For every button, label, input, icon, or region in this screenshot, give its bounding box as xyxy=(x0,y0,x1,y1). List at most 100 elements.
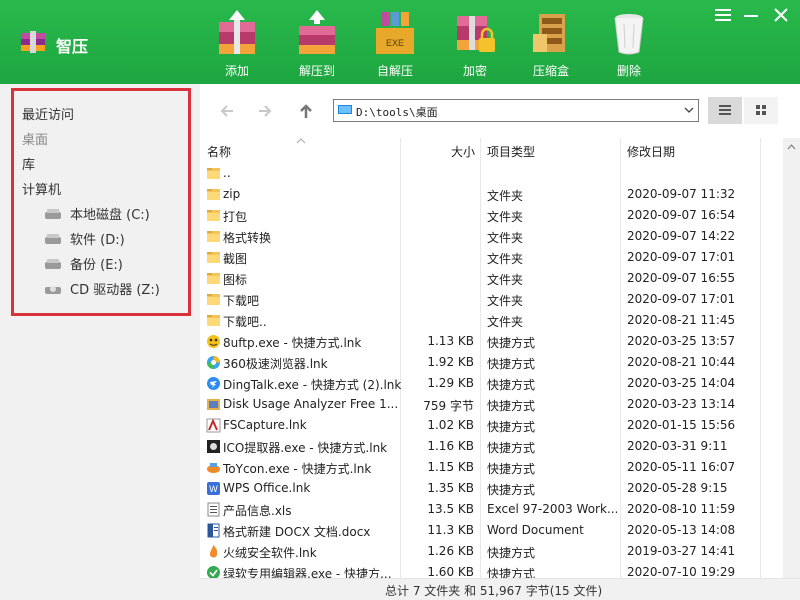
file-date: 2019-03-27 14:41 xyxy=(627,544,735,558)
up-arrow-icon[interactable] xyxy=(297,102,315,120)
list-view-icon[interactable] xyxy=(708,97,742,124)
close-icon[interactable] xyxy=(770,6,792,24)
file-date: 2020-01-15 15:56 xyxy=(627,418,735,432)
add-archive-icon xyxy=(215,8,259,58)
folder-icon xyxy=(206,208,221,223)
file-size: 1.16 KB xyxy=(402,439,474,453)
toycon-icon xyxy=(206,460,221,475)
file-type: 文件夹 xyxy=(487,271,617,288)
delete-button[interactable]: 删除 xyxy=(594,8,664,80)
main-toolbar: 智压 添加 解压到 EXE 自解压 加密 xyxy=(0,0,800,84)
file-date: 2020-08-21 11:45 xyxy=(627,313,735,327)
file-name: 打包 xyxy=(223,208,401,225)
extract-to-button[interactable]: 解压到 xyxy=(282,8,352,80)
sidebar-item-drive-c[interactable]: 本地磁盘 (C:) xyxy=(44,204,150,223)
file-row[interactable]: 8uftp.exe - 快捷方式.lnk1.13 KB快捷方式2020-03-2… xyxy=(202,331,760,352)
file-row[interactable]: 格式转换文件夹2020-09-07 14:22 xyxy=(202,226,760,247)
file-date: 2020-03-23 13:14 xyxy=(627,397,735,411)
file-row[interactable]: FSCapture.lnk1.02 KB快捷方式2020-01-15 15:56 xyxy=(202,415,760,436)
sfx-label: 自解压 xyxy=(360,62,430,79)
file-type: 快捷方式 xyxy=(487,544,617,561)
file-row[interactable]: zip文件夹2020-09-07 11:32 xyxy=(202,184,760,205)
folder-icon xyxy=(206,313,221,328)
hard-drive-icon xyxy=(44,233,62,245)
trash-icon xyxy=(607,8,651,58)
wps-icon: W xyxy=(206,481,221,496)
file-row[interactable]: 图标文件夹2020-09-07 16:55 xyxy=(202,268,760,289)
file-row[interactable]: 产品信息.xls13.5 KBExcel 97-2003 Work...2020… xyxy=(202,499,760,520)
file-name: .. xyxy=(223,166,401,180)
file-row[interactable]: 360极速浏览器.lnk1.92 KB 快捷方式 2020-08-21 10:44 xyxy=(202,352,760,373)
file-date: 2020-09-07 17:01 xyxy=(627,250,735,264)
file-size: 1.35 KB xyxy=(402,481,474,495)
minimize-icon[interactable] xyxy=(740,6,762,24)
file-row[interactable]: 截图文件夹2020-09-07 17:01 xyxy=(202,247,760,268)
status-text: 总计 7 文件夹 和 51,967 字节(15 文件) xyxy=(385,582,602,599)
file-type: 文件夹 xyxy=(487,250,617,267)
file-date: 2020-05-13 14:08 xyxy=(627,523,735,537)
path-input[interactable]: D:\tools\桌面 xyxy=(333,99,699,122)
chevron-down-icon[interactable] xyxy=(682,103,696,117)
file-type: 快捷方式 xyxy=(487,355,617,372)
archive-box-button[interactable]: 压缩盒 xyxy=(516,8,586,80)
column-header-type[interactable]: 项目类型 xyxy=(487,143,535,160)
file-row[interactable]: 下载吧..文件夹2020-08-21 11:45 xyxy=(202,310,760,331)
archive-box-icon xyxy=(529,8,573,58)
file-date: 2020-09-07 11:32 xyxy=(627,187,735,201)
sfx-button[interactable]: EXE 自解压 xyxy=(360,8,430,80)
grid-view-icon[interactable] xyxy=(744,97,778,124)
file-name: Disk Usage Analyzer Free 1... xyxy=(223,397,401,411)
hard-drive-icon xyxy=(44,258,62,270)
file-name: ToYcon.exe - 快捷方式.lnk xyxy=(223,460,401,477)
disk-icon xyxy=(206,397,221,412)
add-label: 添加 xyxy=(202,62,272,79)
scroll-up-icon[interactable] xyxy=(787,144,796,150)
drive-label: 软件 (D:) xyxy=(70,233,125,248)
file-row[interactable]: 火绒安全软件.lnk1.26 KB快捷方式2019-03-27 14:41 xyxy=(202,541,760,562)
hard-drive-icon xyxy=(44,208,62,220)
file-size: 1.13 KB xyxy=(402,334,474,348)
file-row[interactable]: ICO提取器.exe - 快捷方式.lnk1.16 KB快捷方式2020-03-… xyxy=(202,436,760,457)
file-row[interactable]: .. xyxy=(202,163,760,184)
sidebar-item-recent[interactable]: 最近访问 xyxy=(22,104,74,123)
cd-drive-icon xyxy=(44,283,62,295)
add-button[interactable]: 添加 xyxy=(202,8,272,80)
vertical-scrollbar[interactable] xyxy=(783,138,800,578)
folder-icon xyxy=(206,250,221,265)
browser-icon xyxy=(206,355,221,370)
encrypt-button[interactable]: 加密 xyxy=(440,8,510,80)
sidebar-item-drive-z[interactable]: CD 驱动器 (Z:) xyxy=(44,279,160,298)
sidebar-item-library[interactable]: 库 xyxy=(22,154,35,173)
file-row[interactable]: 下载吧文件夹2020-09-07 17:01 xyxy=(202,289,760,310)
file-type: 文件夹 xyxy=(487,187,617,204)
sidebar-item-desktop[interactable]: 桌面 xyxy=(22,129,48,148)
sidebar-item-drive-d[interactable]: 软件 (D:) xyxy=(44,229,125,248)
svg-text:W: W xyxy=(209,484,218,494)
file-date: 2020-08-21 10:44 xyxy=(627,355,735,369)
file-name: 360极速浏览器.lnk xyxy=(223,355,401,372)
forward-arrow-icon[interactable] xyxy=(256,102,274,120)
file-row[interactable]: WWPS Office.lnk1.35 KB快捷方式2020-05-28 9:1… xyxy=(202,478,760,499)
sidebar-item-drive-e[interactable]: 备份 (E:) xyxy=(44,254,123,273)
file-size: 1.92 KB xyxy=(402,355,474,369)
sidebar-item-computer[interactable]: 计算机 xyxy=(22,179,61,198)
file-name: FSCapture.lnk xyxy=(223,418,401,432)
file-row[interactable]: 打包文件夹2020-09-07 16:54 xyxy=(202,205,760,226)
file-date: 2020-09-07 16:54 xyxy=(627,208,735,222)
archive-box-label: 压缩盒 xyxy=(516,62,586,79)
column-header-date[interactable]: 修改日期 xyxy=(627,143,675,160)
encrypt-label: 加密 xyxy=(440,62,510,79)
file-row[interactable]: DingTalk.exe - 快捷方式 (2).lnk1.29 KB快捷方式20… xyxy=(202,373,760,394)
file-type: 快捷方式 xyxy=(487,334,617,351)
file-row[interactable]: 格式新建 DOCX 文档.docx11.3 KBWord Document202… xyxy=(202,520,760,541)
file-row[interactable]: Disk Usage Analyzer Free 1...759 字节快捷方式2… xyxy=(202,394,760,415)
encrypt-lock-icon xyxy=(453,8,497,58)
file-size: 1.60 KB xyxy=(402,565,474,579)
back-arrow-icon[interactable] xyxy=(218,102,236,120)
ftp-icon xyxy=(206,334,221,349)
file-row[interactable]: ToYcon.exe - 快捷方式.lnk1.15 KB快捷方式2020-05-… xyxy=(202,457,760,478)
column-header-size[interactable]: 大小 xyxy=(451,143,475,160)
column-header-name[interactable]: 名称 xyxy=(207,143,231,160)
app-logo-icon xyxy=(20,30,46,54)
menu-icon[interactable] xyxy=(712,6,734,24)
